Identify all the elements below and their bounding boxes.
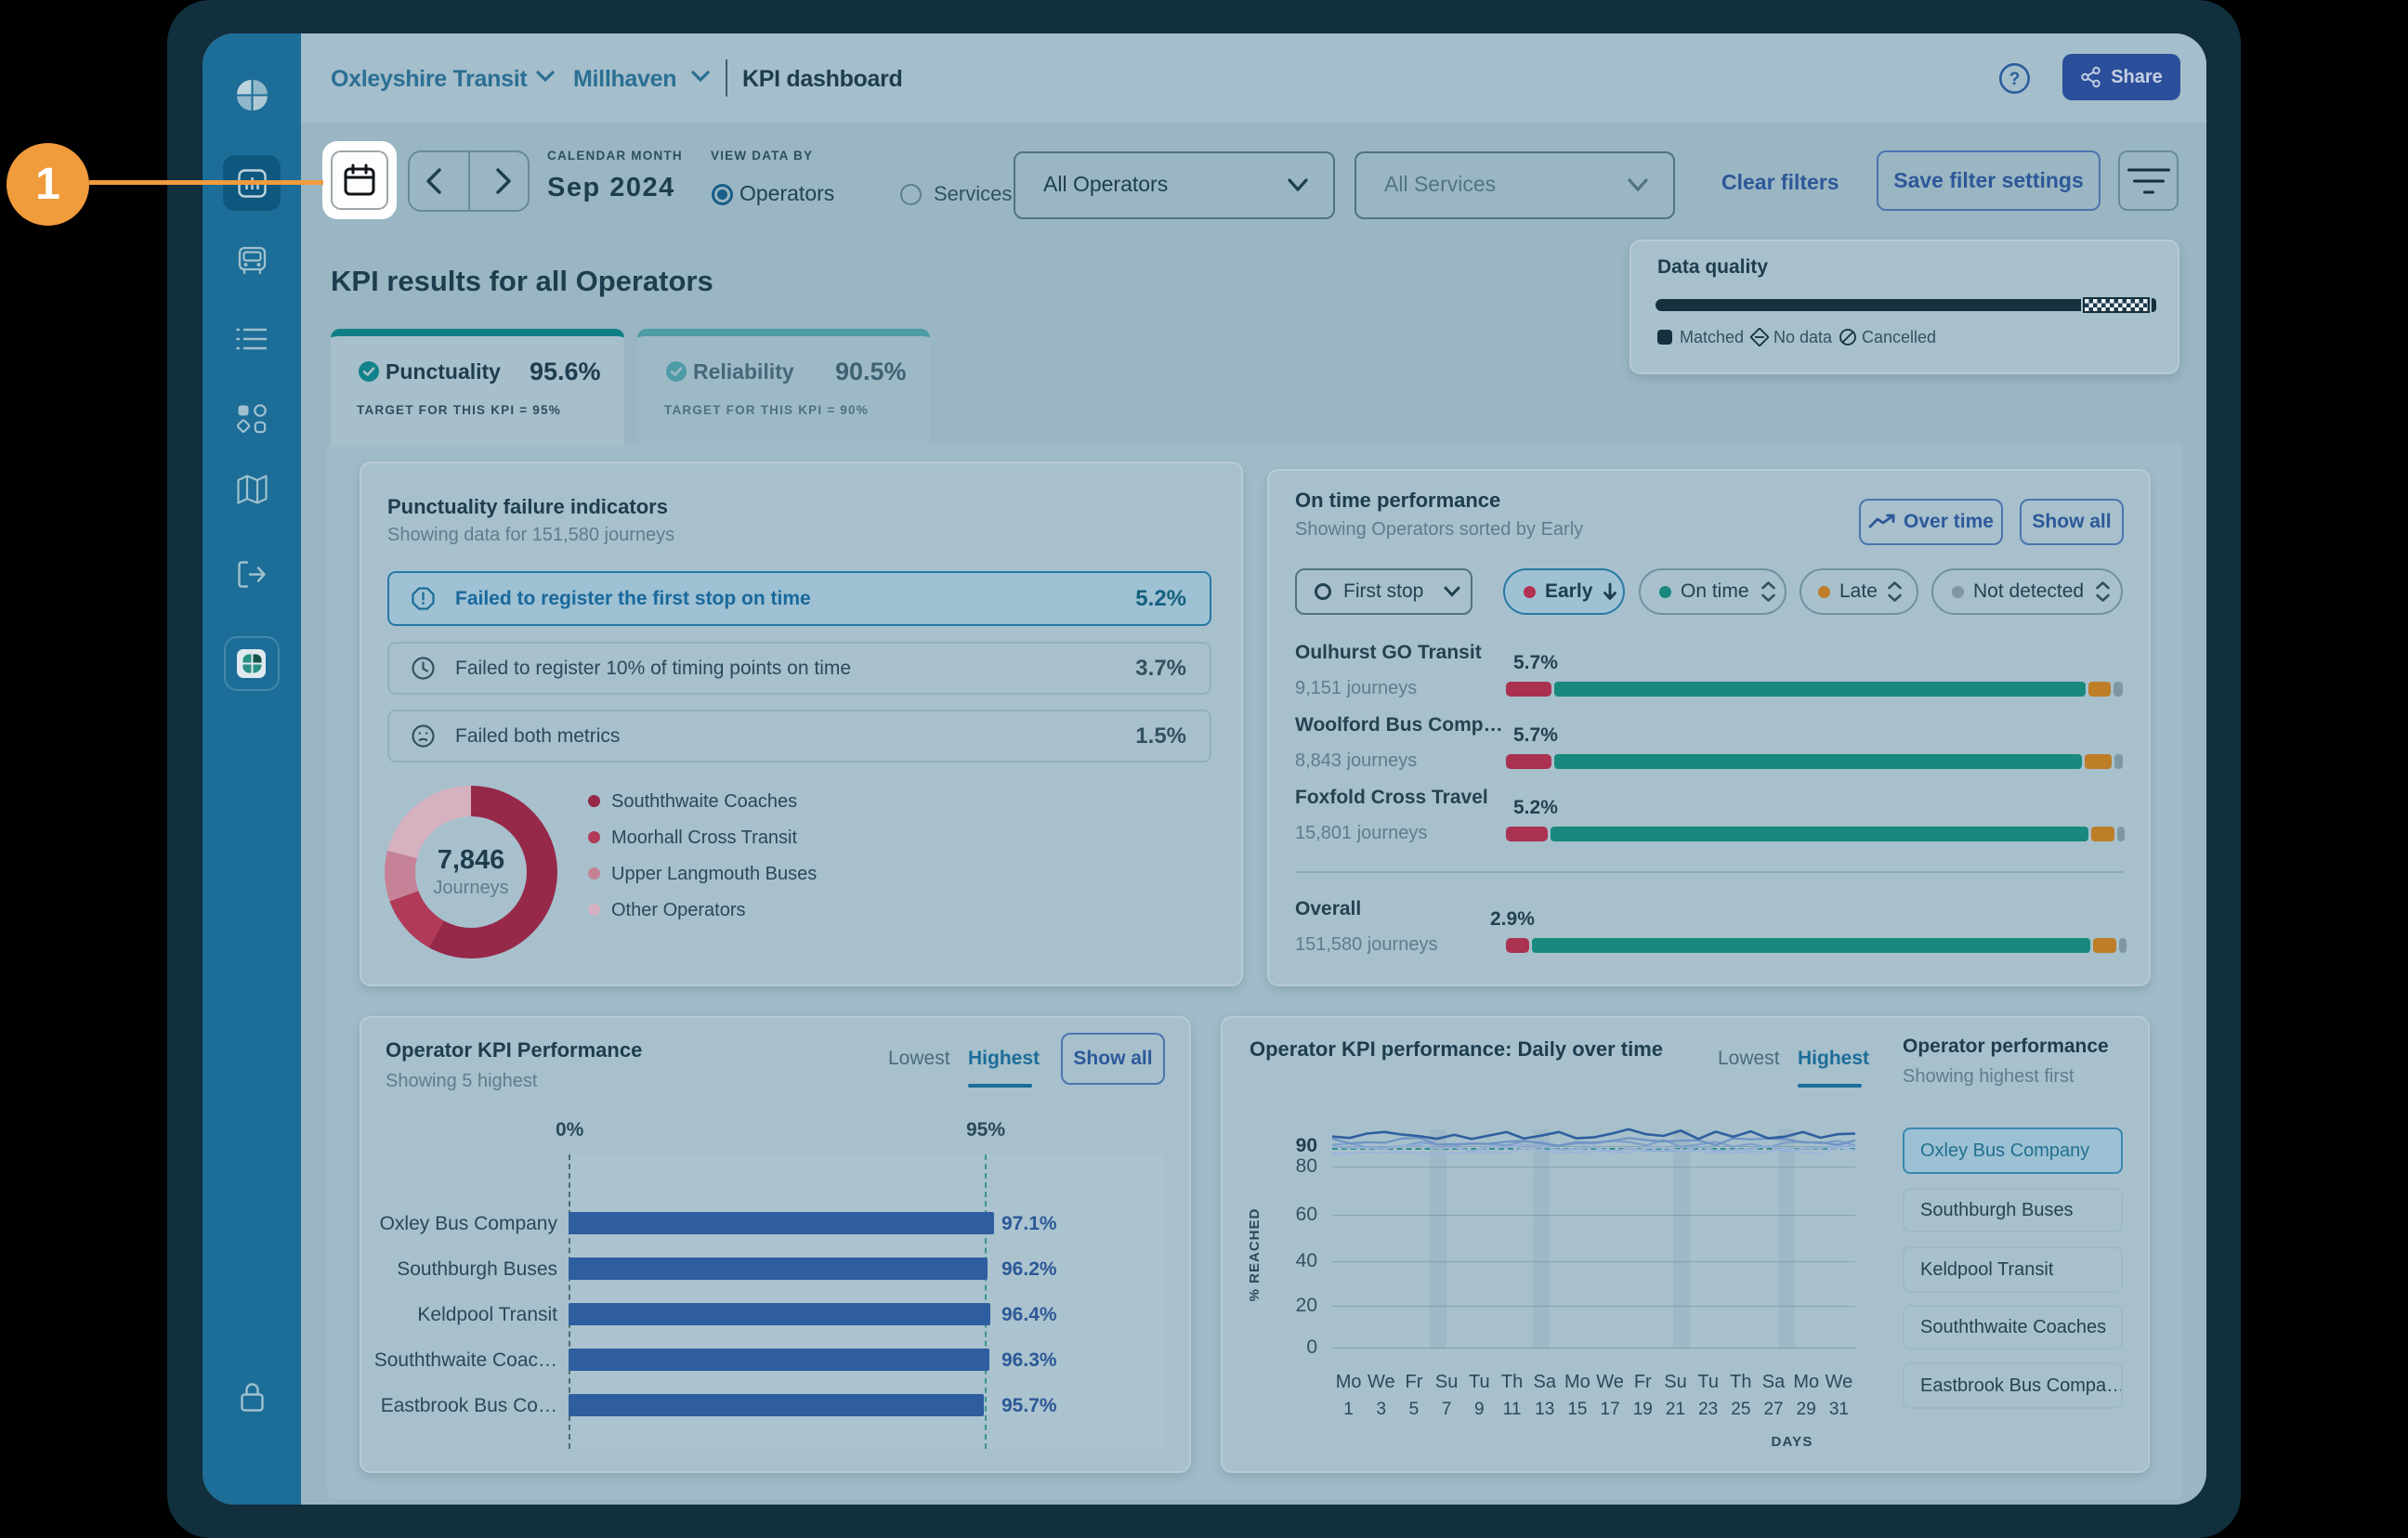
svg-text:?: ? bbox=[2009, 70, 2021, 89]
